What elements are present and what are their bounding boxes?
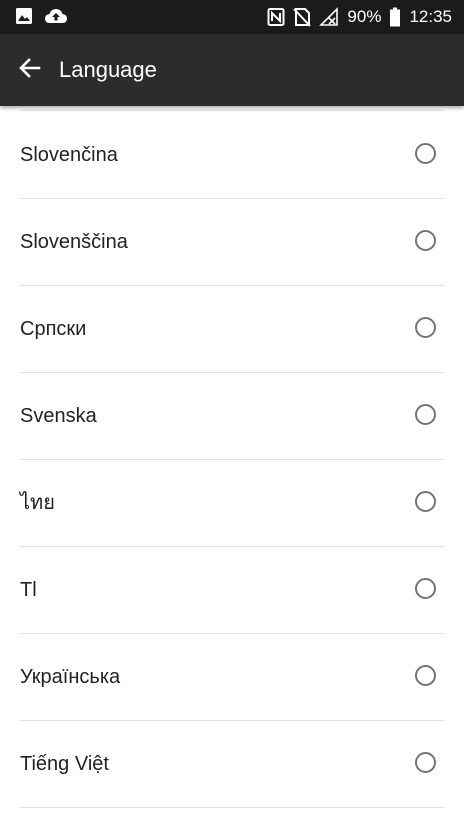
notification-icons xyxy=(14,6,68,26)
language-label: Tiếng Việt xyxy=(20,753,109,775)
radio-button[interactable] xyxy=(415,317,436,338)
cloud-upload-icon xyxy=(44,6,68,26)
language-label: Svenska xyxy=(20,405,97,427)
page-title: Language xyxy=(59,57,157,82)
clock: 12:35 xyxy=(409,7,452,26)
language-label: Slovenščina xyxy=(20,231,128,253)
list-item-language[interactable]: Tiếng Việt xyxy=(20,721,444,808)
radio-button[interactable] xyxy=(415,665,436,686)
radio-button[interactable] xyxy=(415,404,436,425)
battery-icon xyxy=(389,7,401,27)
back-button[interactable] xyxy=(12,52,48,88)
nfc-icon xyxy=(267,7,285,27)
app-bar: Language xyxy=(0,34,464,106)
language-label: Українська xyxy=(20,666,121,688)
language-label: Српски xyxy=(20,318,87,340)
system-icons: 90% 12:35 xyxy=(267,5,452,29)
battery-percent: 90% xyxy=(347,7,382,26)
list-item-language[interactable]: Slovenčina xyxy=(20,112,444,199)
signal-off-icon xyxy=(319,7,339,27)
radio-button[interactable] xyxy=(415,578,436,599)
image-icon xyxy=(14,6,34,26)
list-item-language[interactable]: Svenska xyxy=(20,373,444,460)
list-item-language[interactable]: Українська xyxy=(20,634,444,721)
language-label: Tl xyxy=(20,579,37,601)
language-label: ไทย xyxy=(20,492,55,514)
divider xyxy=(20,110,444,111)
list-item-language[interactable]: Tl xyxy=(20,547,444,634)
radio-button[interactable] xyxy=(415,491,436,512)
no-sim-icon xyxy=(293,7,312,27)
radio-button[interactable] xyxy=(415,752,436,773)
list-item-language[interactable]: Српски xyxy=(20,286,444,373)
radio-button[interactable] xyxy=(415,230,436,251)
radio-button[interactable] xyxy=(415,143,436,164)
arrow-back-icon xyxy=(17,55,43,86)
list-item-language[interactable]: ไทย xyxy=(20,460,444,547)
list-item-language[interactable]: Slovenščina xyxy=(20,199,444,286)
language-label: Slovenčina xyxy=(20,144,118,166)
status-bar: 90% 12:35 xyxy=(0,0,464,34)
